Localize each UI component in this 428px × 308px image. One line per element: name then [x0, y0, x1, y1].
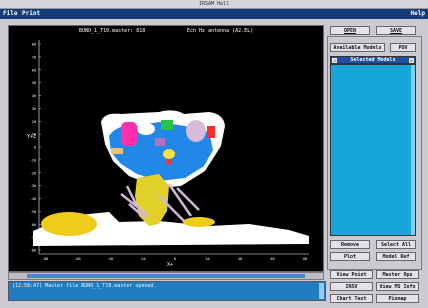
y-tick-label: -50: [30, 210, 36, 214]
available-models-button[interactable]: Available Models: [330, 43, 385, 52]
open-button[interactable]: OPEN: [330, 26, 370, 35]
selected-models-list[interactable]: [330, 64, 416, 236]
y-tick-label: 0: [34, 146, 36, 150]
message-log-scrollbar[interactable]: [319, 283, 324, 299]
menu-print[interactable]: Print: [22, 9, 40, 19]
status-message: (12:58:47) Master file BUNO_1_T10.master…: [12, 283, 157, 289]
master-ops-button[interactable]: Master Ops: [376, 270, 419, 279]
view-ms-info-button[interactable]: View MS Info: [376, 282, 419, 291]
remove-button[interactable]: Remove: [330, 240, 370, 249]
irsam-window: IRSAM Hall File Print Help BUNO_1_T10.ma…: [0, 0, 428, 308]
chart-text-button[interactable]: Chart Text: [330, 294, 373, 303]
x-tick-label: 60: [270, 257, 274, 261]
view-point-button[interactable]: View Point: [330, 270, 373, 279]
message-log: (12:58:47) Master file BUNO_1_T10.master…: [8, 281, 326, 301]
y-tick-label: 60: [32, 68, 36, 72]
x-axis-ticks: -80 -60 -40 -20 0 20 40 60 80: [42, 257, 307, 261]
insv-button[interactable]: INSV: [330, 282, 373, 291]
x-tick-label: 0: [174, 257, 176, 261]
yellow-small-component: [163, 149, 175, 159]
plot-horizontal-scrollbar[interactable]: [8, 272, 324, 280]
white-component: [137, 123, 155, 135]
red-dot-component: [166, 159, 172, 165]
window-title: IRSAM Hall: [198, 1, 230, 7]
y-tick-label: -80: [30, 249, 36, 253]
y-axis-label: Y+Z: [27, 134, 36, 140]
open-button-label: OPEN: [343, 28, 357, 34]
red-component: [207, 126, 215, 138]
pov-button[interactable]: POV: [390, 43, 416, 52]
y-tick-label: -10: [30, 158, 36, 162]
scroll-right-icon[interactable]: ▸: [409, 58, 414, 63]
y-tick-label: -30: [30, 184, 36, 188]
y-tick-label: 20: [32, 120, 36, 124]
save-button-label: SAVE: [389, 28, 403, 34]
x-axis-label: X+: [167, 262, 173, 268]
y-tick-label: 30: [32, 107, 36, 111]
plot-button[interactable]: Plot: [330, 252, 370, 261]
x-tick-label: 80: [303, 257, 307, 261]
tan-component: [111, 148, 123, 154]
y-tick-label: 80: [32, 43, 36, 47]
x-tick-label: -40: [107, 257, 113, 261]
green-component: [161, 120, 173, 130]
y-tick-label: -20: [30, 171, 36, 175]
left-wheel: [41, 212, 97, 236]
lilac-component: [186, 120, 206, 142]
selected-models-scrollbar[interactable]: [411, 65, 415, 235]
select-all-button[interactable]: Select All: [376, 240, 416, 249]
model-ref-button[interactable]: Model Ref: [376, 252, 416, 261]
y-tick-label: -40: [30, 197, 36, 201]
model-plot: 80706050403020100-10-20-30-40-50-60-70-8…: [27, 40, 309, 268]
x-tick-label: 40: [238, 257, 242, 261]
y-tick-label: 40: [32, 94, 36, 98]
menu-help[interactable]: Help: [411, 9, 425, 19]
right-wheel: [183, 217, 215, 227]
x-tick-label: -60: [74, 257, 80, 261]
y-axis-ticks: 80706050403020100-10-20-30-40-50-60-70-8…: [30, 43, 41, 253]
selected-models-label: Selected Models: [350, 57, 396, 63]
window-titlebar: IRSAM Hall: [0, 0, 428, 9]
save-button[interactable]: SAVE: [376, 26, 416, 35]
magenta-component: [121, 122, 137, 146]
y-tick-label: 50: [32, 81, 36, 85]
y-tick-label: -60: [30, 223, 36, 227]
x-tick-label: -20: [139, 257, 145, 261]
menu-file[interactable]: File: [3, 9, 17, 19]
scrollbar-thumb[interactable]: [27, 274, 305, 278]
x-tick-label: 20: [205, 257, 209, 261]
pixmap-button[interactable]: Pixmap: [376, 294, 419, 303]
x-tick-label: -80: [42, 257, 48, 261]
menu-bar: File Print Help: [0, 9, 428, 19]
plot-area[interactable]: BUNO_1_T10.master: 818 Ech Hz antenna (A…: [8, 25, 324, 272]
purple-component: [155, 138, 165, 146]
selected-models-header: ◂ Selected Models ▸: [330, 56, 416, 64]
y-tick-label: 70: [32, 55, 36, 59]
